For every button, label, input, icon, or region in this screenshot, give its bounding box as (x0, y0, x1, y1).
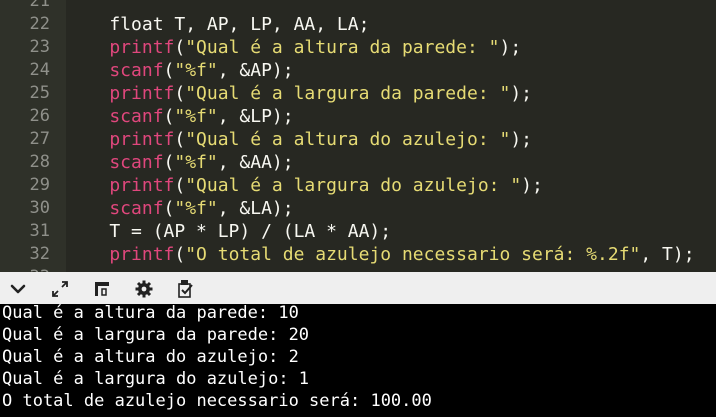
string-token: "Qual é a altura do azulejo: " (185, 129, 511, 150)
line-number: 27 (29, 129, 50, 149)
console-line: Qual é a largura do azulejo: 1 (2, 369, 310, 389)
console-output[interactable]: Qual é a altura da parede: 10 Qual é a la… (0, 304, 716, 417)
line-number: 32 (29, 244, 50, 264)
line-number: 31 (29, 221, 50, 241)
layout-icon[interactable] (90, 277, 114, 301)
code-token: ( (174, 83, 186, 104)
code-line: 28 scanf("%f", &AA); (0, 151, 716, 174)
console-line: Qual é a altura da parede: 10 (2, 304, 299, 323)
code-line: 29 printf("Qual é a largura do azulejo: … (0, 174, 716, 197)
code-text: printf("Qual é a largura da parede: "); (66, 82, 532, 105)
code-line: 23 printf("Qual é a altura da parede: ")… (0, 36, 716, 59)
code-text: printf("Qual é a altura do azulejo: "); (66, 128, 532, 151)
chevron-down-icon[interactable] (6, 277, 30, 301)
code-token: ); (510, 129, 533, 150)
code-token: , &LP); (217, 106, 294, 127)
code-text: scanf("%f", &AP); (66, 59, 294, 82)
code-line: 32 printf("O total de azulejo necessario… (0, 243, 716, 266)
code-token: ( (163, 152, 175, 173)
line-number: 23 (29, 37, 50, 57)
string-token: "%f" (174, 106, 218, 127)
line-number: 28 (29, 152, 50, 172)
line-number: 29 (29, 175, 50, 195)
string-token: "%f" (174, 152, 218, 173)
code-token: ( (163, 106, 175, 127)
string-token: "O total de azulejo necessario será: %.2… (185, 244, 641, 265)
line-number: 30 (29, 198, 50, 218)
code-token: ); (521, 175, 543, 196)
code-token: T = (AP * LP) / (LA * AA); (66, 221, 392, 242)
code-line: 31 T = (AP * LP) / (LA * AA); (0, 220, 716, 243)
string-token: "Qual é a altura da parede: " (185, 37, 500, 58)
code-token: ( (163, 198, 175, 219)
code-line: 25 printf("Qual é a largura da parede: "… (0, 82, 716, 105)
console-line: Qual é a altura do azulejo: 2 (2, 347, 299, 367)
function-token: printf (66, 244, 175, 265)
function-token: scanf (66, 106, 164, 127)
code-text: scanf("%f", &AA); (66, 151, 294, 174)
expand-icon[interactable] (48, 277, 72, 301)
code-token: ( (163, 60, 175, 81)
code-token: ( (174, 37, 186, 58)
function-token: scanf (66, 60, 164, 81)
code-token: , T); (640, 244, 695, 265)
line-number: 25 (29, 83, 50, 103)
function-token: printf (66, 129, 175, 150)
line-number: 26 (29, 106, 50, 126)
function-token: printf (66, 175, 175, 196)
string-token: "%f" (174, 198, 218, 219)
code-text: scanf("%f", &LA); (66, 197, 294, 220)
console-line: O total de azulejo necessario será: 100.… (2, 391, 432, 411)
code-token: ( (174, 129, 186, 150)
code-line: 26 scanf("%f", &LP); (0, 105, 716, 128)
code-text: printf("O total de azulejo necessario se… (66, 243, 695, 266)
console-toolbar (0, 272, 716, 304)
string-token: "Qual é a largura da parede: " (185, 83, 511, 104)
code-token: ); (510, 83, 533, 104)
code-line: 22 float T, AP, LP, AA, LA; (0, 13, 716, 36)
function-token: scanf (66, 152, 164, 173)
code-line: 24 scanf("%f", &AP); (0, 59, 716, 82)
line-number: 21 (29, 0, 50, 11)
code-token: float T, AP, LP, AA, LA; (66, 14, 370, 35)
code-line: 21 (0, 0, 716, 13)
code-token: , &AA); (217, 152, 294, 173)
string-token: "%f" (174, 60, 218, 81)
function-token: scanf (66, 198, 164, 219)
code-text: T = (AP * LP) / (LA * AA); (66, 220, 391, 243)
code-token: ( (174, 175, 186, 196)
function-token: printf (66, 83, 175, 104)
code-text: printf("Qual é a largura do azulejo: "); (66, 174, 543, 197)
code-text: float T, AP, LP, AA, LA; (66, 13, 369, 36)
code-token: , &AP); (217, 60, 294, 81)
code-line: 30 scanf("%f", &LA); (0, 197, 716, 220)
code-line: 27 printf("Qual é a altura do azulejo: "… (0, 128, 716, 151)
console-line: Qual é a largura da parede: 20 (2, 325, 310, 345)
run-icon[interactable] (174, 277, 198, 301)
code-text: printf("Qual é a altura da parede: "); (66, 36, 521, 59)
code-token: ); (499, 37, 522, 58)
code-editor[interactable]: 21 22 float T, AP, LP, AA, LA; 23 printf("… (0, 0, 716, 272)
line-number: 22 (29, 14, 50, 34)
code-text: scanf("%f", &LP); (66, 105, 294, 128)
line-number: 24 (29, 60, 50, 80)
string-token: "Qual é a largura do azulejo: " (185, 175, 522, 196)
code-token: , &LA); (217, 198, 294, 219)
code-token: ( (174, 244, 186, 265)
gear-icon[interactable] (132, 277, 156, 301)
function-token: printf (66, 37, 175, 58)
